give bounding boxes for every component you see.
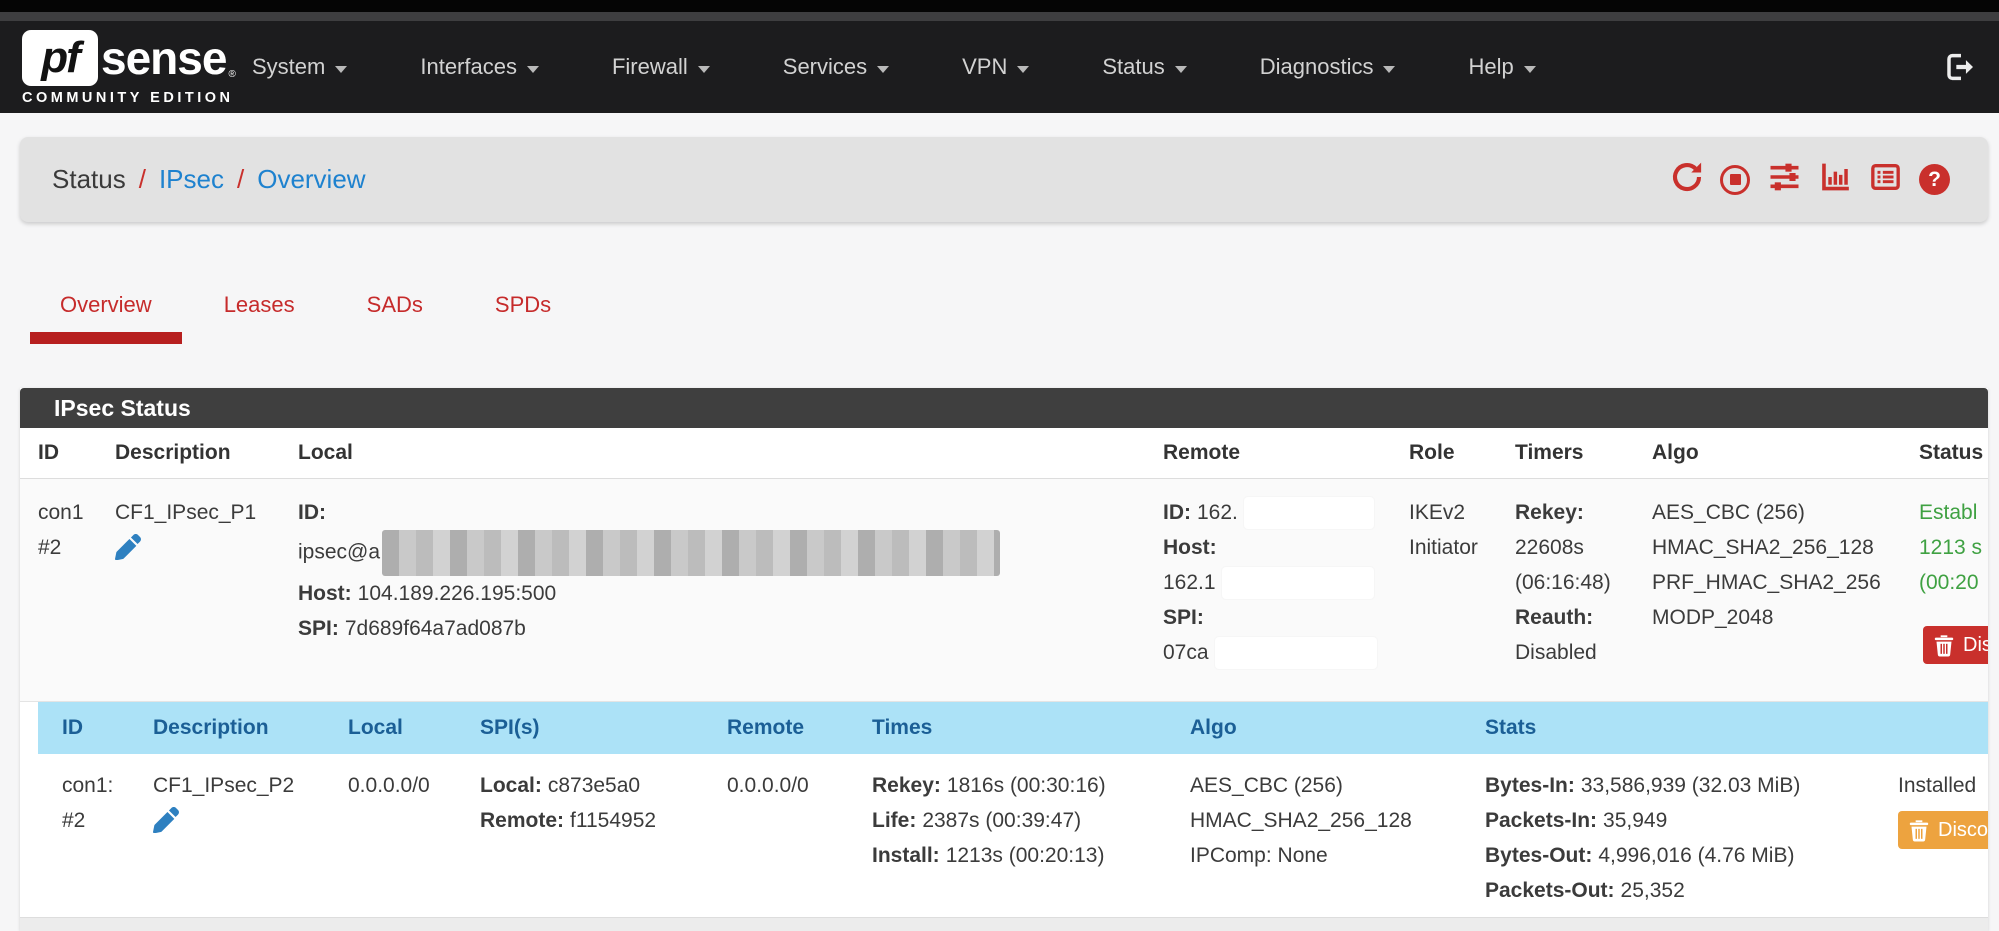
cell-description: CF1_IPsec_P1: [97, 479, 280, 701]
breadcrumb-bar: Status / IPsec / Overview ?: [20, 137, 1988, 222]
col-role: Role: [1391, 428, 1497, 478]
nav-menu: System Interfaces Firewall Services VPN …: [230, 21, 1587, 113]
table-header-row: ID Description Local Remote Role Timers …: [20, 428, 1988, 479]
pf-logo-box: pf: [22, 30, 98, 86]
cell-spis: Local:c873e5a0 Remote:f1154952: [456, 754, 703, 917]
tab-overview[interactable]: Overview: [30, 272, 182, 344]
chevron-down-icon: [1383, 66, 1395, 73]
col-status: Status: [1901, 428, 1988, 478]
nav-item-diagnostics[interactable]: Diagnostics: [1238, 54, 1418, 80]
cell-status: Installed Disco: [1874, 754, 1988, 917]
cell-local: 0.0.0.0/0: [324, 754, 456, 917]
cell-id: con1: #2: [38, 754, 129, 917]
chevron-down-icon: [1017, 66, 1029, 73]
redacted-box: [1244, 497, 1374, 529]
tab-leases[interactable]: Leases: [194, 272, 325, 344]
col-stats: Stats: [1461, 716, 1874, 740]
chevron-down-icon: [698, 66, 710, 73]
cell-local: ID: ipsec@a Host:104.189.226.195:500 SPI…: [280, 479, 1145, 701]
disconnect-button[interactable]: Dis: [1923, 626, 1988, 664]
redacted-box: [1222, 567, 1374, 599]
breadcrumb-section-link[interactable]: IPsec: [159, 164, 224, 195]
breadcrumb-page-link[interactable]: Overview: [257, 164, 365, 195]
status-tabs: Overview Leases SADs SPDs: [30, 272, 593, 344]
top-black-strip: [0, 0, 1999, 12]
cell-id: con1 #2: [20, 479, 97, 701]
edit-pencil-icon[interactable]: [115, 534, 280, 571]
col-timers: Timers: [1497, 428, 1634, 478]
breadcrumb-actions: ?: [1671, 137, 1950, 222]
edit-pencil-icon[interactable]: [153, 807, 324, 844]
redacted-box: [1215, 637, 1377, 669]
breadcrumb-separator: /: [237, 164, 244, 195]
nav-item-help[interactable]: Help: [1446, 54, 1557, 80]
col-description: Description: [129, 716, 324, 740]
child-row: con1: #2 CF1_IPsec_P2 0.0.0.0/0 Local:c8…: [38, 754, 1988, 917]
col-remote: Remote: [703, 716, 848, 740]
breadcrumb-separator: /: [139, 164, 146, 195]
col-algo: Algo: [1634, 428, 1901, 478]
refresh-icon[interactable]: [1671, 161, 1703, 198]
redacted-blur: [382, 530, 1000, 576]
col-algo: Algo: [1166, 716, 1461, 740]
cell-times: Rekey:1816s (00:30:16) Life:2387s (00:39…: [848, 754, 1166, 917]
col-spis: SPI(s): [456, 716, 703, 740]
cell-algo: AES_CBC (256) HMAC_SHA2_256_128 IPComp: …: [1166, 754, 1461, 917]
col-local: Local: [280, 428, 1145, 478]
col-remote: Remote: [1145, 428, 1391, 478]
ipsec-status-panel: IPsec Status ID Description Local Remote…: [20, 388, 1988, 931]
table-row: con1 #2 CF1_IPsec_P1 ID: ipsec@a Host:10…: [20, 479, 1988, 702]
ipsec-status-table: ID Description Local Remote Role Timers …: [20, 428, 1988, 931]
sign-out-icon[interactable]: [1941, 51, 1977, 88]
nav-item-vpn[interactable]: VPN: [940, 54, 1051, 80]
sliders-icon[interactable]: [1767, 161, 1802, 198]
disconnect-button[interactable]: Disco: [1898, 811, 1988, 849]
chevron-down-icon: [1524, 66, 1536, 73]
nav-item-services[interactable]: Services: [761, 54, 911, 80]
navbar: pf sense ® COMMUNITY EDITION System Inte…: [0, 21, 1999, 113]
nav-item-status[interactable]: Status: [1080, 54, 1208, 80]
help-icon[interactable]: ?: [1919, 164, 1950, 195]
stop-square: [1730, 174, 1741, 185]
cell-remote: 0.0.0.0/0: [703, 754, 848, 917]
status-text: Establ: [1919, 495, 1988, 530]
brand-sense-text: sense: [101, 31, 226, 85]
col-id: ID: [38, 716, 129, 740]
panel-title: IPsec Status: [20, 388, 1988, 428]
tab-spds[interactable]: SPDs: [465, 272, 581, 344]
cell-timers: Rekey: 22608s (06:16:48) Reauth: Disable…: [1497, 479, 1634, 701]
cell-role: IKEv2 Initiator: [1391, 479, 1497, 701]
cell-algo: AES_CBC (256) HMAC_SHA2_256_128 PRF_HMAC…: [1634, 479, 1901, 701]
child-entries-table: ID Description Local SPI(s) Remote Times…: [38, 702, 1988, 917]
cell-description: CF1_IPsec_P2: [129, 754, 324, 917]
cell-remote: ID:162. Host: 162.1 SPI: 07ca: [1145, 479, 1391, 701]
pfsense-logo[interactable]: pf sense ® COMMUNITY EDITION: [22, 30, 236, 106]
next-row-partial: [20, 917, 1988, 931]
col-id: ID: [20, 428, 97, 478]
top-gray-strip: [0, 12, 1999, 21]
col-times: Times: [848, 716, 1166, 740]
cell-status: Establ 1213 s (00:20 Dis: [1901, 479, 1988, 701]
stop-icon[interactable]: [1720, 165, 1750, 195]
tab-sads[interactable]: SADs: [337, 272, 453, 344]
col-local: Local: [324, 716, 456, 740]
chevron-down-icon: [877, 66, 889, 73]
breadcrumb: Status / IPsec / Overview: [52, 137, 366, 222]
trash-icon: [1909, 819, 1929, 842]
breadcrumb-root: Status: [52, 164, 126, 195]
chevron-down-icon: [527, 66, 539, 73]
trash-icon: [1934, 634, 1954, 657]
chevron-down-icon: [335, 66, 347, 73]
col-description: Description: [97, 428, 280, 478]
nav-item-firewall[interactable]: Firewall: [590, 54, 732, 80]
nav-item-system[interactable]: System: [230, 54, 369, 80]
child-header-row: ID Description Local SPI(s) Remote Times…: [38, 702, 1988, 754]
list-view-icon[interactable]: [1869, 161, 1902, 198]
status-text: Installed: [1898, 768, 1988, 803]
nav-item-interfaces[interactable]: Interfaces: [398, 54, 561, 80]
chevron-down-icon: [1175, 66, 1187, 73]
bar-chart-icon[interactable]: [1819, 161, 1852, 198]
brand-edition-text: COMMUNITY EDITION: [22, 90, 236, 106]
cell-stats: Bytes-In:33,586,939 (32.03 MiB) Packets-…: [1461, 754, 1874, 917]
